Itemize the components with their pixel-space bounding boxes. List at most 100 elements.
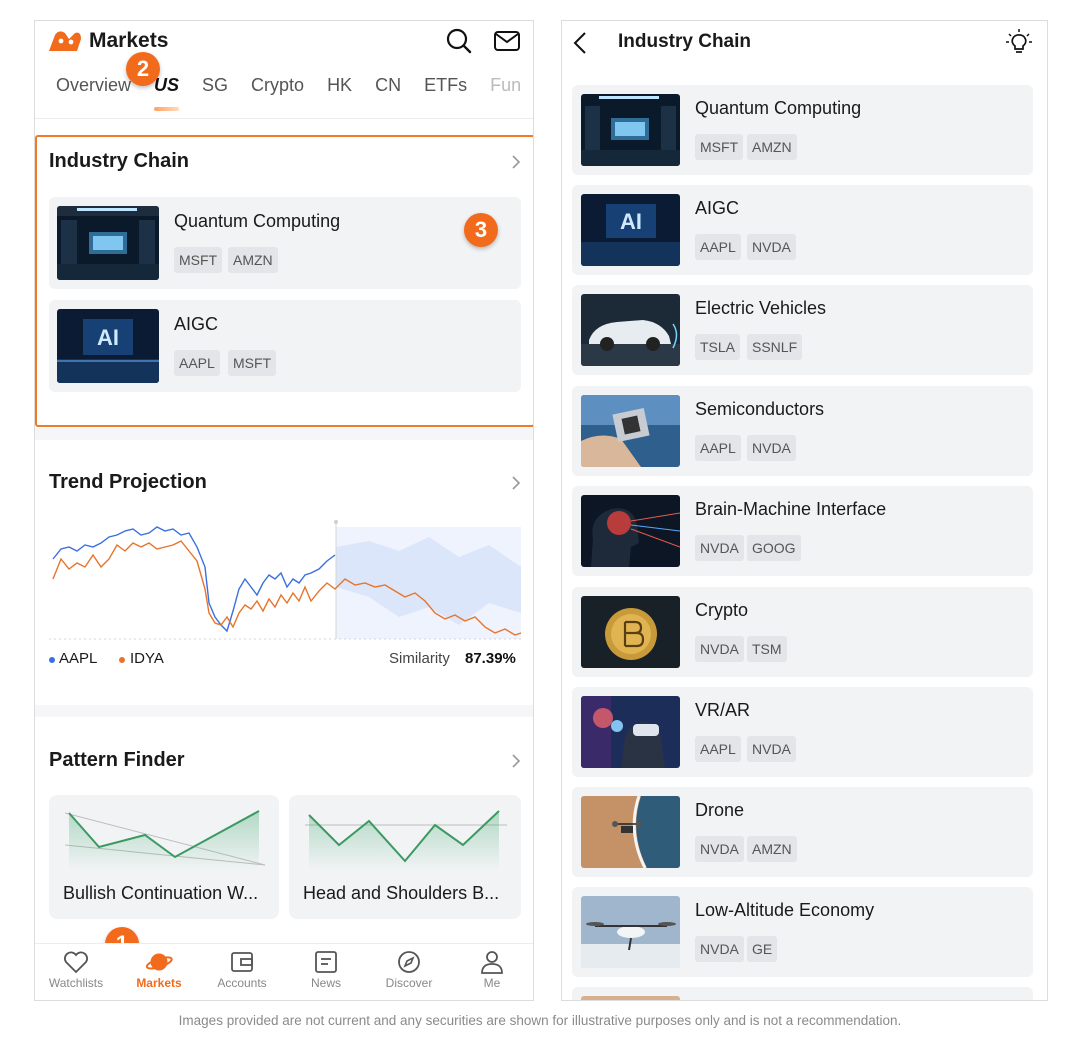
ticker-chip[interactable]: TSLA — [695, 334, 741, 360]
ticker-chip[interactable]: NVDA — [695, 936, 744, 962]
tab-us[interactable]: US — [154, 75, 180, 111]
ticker-chip[interactable]: NVDA — [695, 535, 744, 561]
nav-discover[interactable]: Discover — [369, 950, 449, 990]
ticker-chip[interactable]: NVDA — [695, 636, 744, 662]
industry-card-title: Quantum Computing — [174, 211, 341, 231]
nav-me[interactable]: Me — [452, 950, 532, 990]
series-line-aapl — [52, 526, 336, 633]
ticker-chip[interactable]: GOOG — [747, 535, 801, 561]
industry-card-title: Low-Altitude Economy — [695, 900, 875, 920]
ticker-chip[interactable]: NVDA — [747, 234, 796, 260]
nav-label: Discover — [385, 976, 433, 990]
industry-card-drone[interactable]: Drone NVDA AMZN — [572, 787, 1033, 877]
industry-card-title: Crypto — [695, 600, 749, 620]
industry-card-quantum[interactable]: Quantum Computing MSFT AMZN — [49, 197, 521, 289]
nav-news[interactable]: News — [286, 950, 366, 990]
nav-label: News — [310, 976, 341, 990]
back-arrow-icon[interactable] — [572, 31, 588, 55]
page-title: Industry Chain — [618, 31, 752, 52]
nav-markets[interactable]: Markets — [119, 950, 199, 990]
ticker-chip[interactable]: SSNLF — [747, 334, 803, 360]
ticker-chip[interactable]: MSFT — [695, 134, 744, 160]
vr-ar-thumbnail — [581, 696, 680, 768]
ticker-chip[interactable]: GE — [747, 936, 778, 962]
market-tabs: Overview US SG Crypto HK CN ETFs Fun — [56, 75, 533, 111]
disclaimer-text: Images provided are not current and any … — [178, 1013, 902, 1028]
ticker-chip[interactable]: AAPL — [695, 435, 741, 461]
industry-card-aigc[interactable]: AI AIGC AAPL MSFT — [49, 300, 521, 392]
chevron-right-icon[interactable] — [511, 476, 521, 490]
industry-card-title: Drone — [695, 800, 745, 820]
legend-dot-aapl — [49, 657, 55, 663]
tab-cn[interactable]: CN — [375, 75, 401, 105]
nav-label: Me — [483, 976, 501, 990]
pattern-card-bullish[interactable]: Bullish Continuation W... — [49, 795, 279, 919]
ticker-chip[interactable]: AAPL — [695, 234, 741, 260]
svg-text:AI: AI — [97, 325, 119, 350]
chevron-right-icon[interactable] — [511, 754, 521, 768]
industry-card-title: Electric Vehicles — [695, 298, 827, 318]
wallet-icon — [231, 952, 253, 972]
pattern-thumbnail — [305, 810, 507, 871]
ticker-chip[interactable]: MSFT — [228, 350, 277, 376]
tab-overview[interactable]: Overview — [56, 75, 131, 105]
projection-divider-dot — [334, 520, 338, 524]
svg-text:AI: AI — [620, 209, 642, 234]
nav-watchlists[interactable]: Watchlists — [36, 950, 116, 990]
pattern-finder-title: Pattern Finder — [49, 749, 185, 771]
search-icon[interactable] — [445, 27, 473, 55]
ticker-chip[interactable]: AMZN — [747, 836, 797, 862]
industry-card-title: Brain-Machine Interface — [695, 499, 887, 519]
industry-card-electric-vehicles[interactable]: Electric Vehicles TSLA SSNLF — [572, 285, 1033, 375]
tab-crypto[interactable]: Crypto — [251, 75, 304, 105]
nav-accounts[interactable]: Accounts — [202, 950, 282, 990]
pattern-label: Bullish Continuation W... — [63, 883, 259, 903]
industry-card-crypto[interactable]: Crypto NVDA TSM — [572, 587, 1033, 677]
tab-etfs[interactable]: ETFs — [424, 75, 467, 105]
compass-icon — [398, 951, 420, 973]
pattern-thumbnail — [64, 810, 265, 871]
ticker-chip[interactable]: MSFT — [174, 247, 223, 273]
legend-dot-idya — [119, 657, 125, 663]
nav-label: Markets — [136, 976, 182, 990]
electric-vehicles-thumbnail — [581, 294, 680, 366]
markets-header: Markets Overview US SG Crypto HK CN ETFs… — [35, 21, 533, 119]
ticker-chip[interactable]: NVDA — [747, 736, 796, 762]
mail-icon[interactable] — [493, 27, 521, 55]
trend-projection-chart[interactable] — [49, 517, 521, 643]
industry-card-partial[interactable] — [572, 987, 1033, 1000]
trend-projection-title: Trend Projection — [49, 471, 207, 493]
ticker-chip[interactable]: AMZN — [228, 247, 278, 273]
legend-label-aapl: AAPL — [59, 650, 98, 667]
pattern-card-head-shoulders[interactable]: Head and Shoulders B... — [289, 795, 521, 919]
user-icon — [481, 951, 503, 974]
ticker-chip[interactable]: TSM — [747, 636, 787, 662]
industry-card-low-altitude-economy[interactable]: Low-Altitude Economy NVDA GE — [572, 887, 1033, 977]
industry-card-title: AIGC — [695, 198, 740, 218]
ticker-chip[interactable]: AAPL — [695, 736, 741, 762]
ticker-chip[interactable]: AAPL — [174, 350, 220, 376]
legend-label-idya: IDYA — [130, 650, 164, 667]
lightbulb-icon[interactable] — [1005, 28, 1033, 56]
tab-hk[interactable]: HK — [327, 75, 352, 105]
ticker-chip[interactable]: AMZN — [747, 134, 797, 160]
tab-funds[interactable]: Fun — [490, 75, 521, 105]
pattern-label: Head and Shoulders B... — [303, 883, 500, 903]
industry-card-brain-machine-interface[interactable]: Brain-Machine Interface NVDA GOOG — [572, 486, 1033, 576]
markets-screen: Markets Overview US SG Crypto HK CN ETFs… — [34, 20, 534, 1001]
industry-card-quantum-computing[interactable]: Quantum Computing MSFT AMZN — [572, 85, 1033, 175]
semiconductors-thumbnail — [581, 395, 680, 467]
similarity-value: 87.39% — [465, 650, 516, 667]
industry-card-vr-ar[interactable]: VR/AR AAPL NVDA — [572, 687, 1033, 777]
page-title: Markets — [89, 29, 169, 52]
industry-card-aigc[interactable]: AI AIGC AAPL NVDA — [572, 185, 1033, 275]
tab-sg[interactable]: SG — [202, 75, 228, 105]
ticker-chip[interactable]: NVDA — [695, 836, 744, 862]
step-badge-3: 3 — [464, 213, 498, 247]
industry-card-title: Quantum Computing — [695, 98, 862, 118]
ticker-chip[interactable]: NVDA — [747, 435, 796, 461]
drone-thumbnail — [581, 796, 680, 868]
brain-machine-interface-thumbnail — [581, 495, 680, 567]
industry-card-semiconductors[interactable]: Semiconductors AAPL NVDA — [572, 386, 1033, 476]
chevron-right-icon[interactable] — [511, 155, 521, 169]
